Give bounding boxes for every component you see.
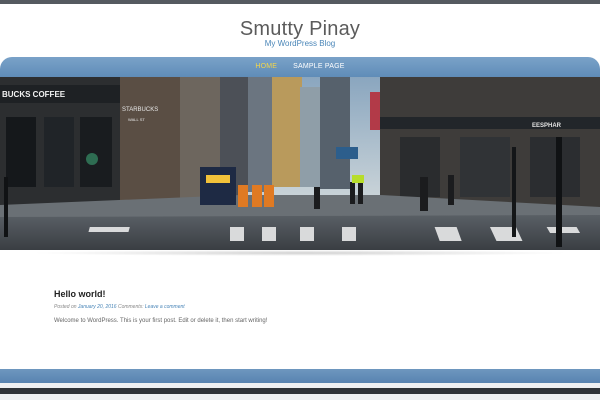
nav-item-sample-page[interactable]: SAMPLE PAGE: [285, 57, 352, 77]
site-description: My WordPress Blog: [264, 39, 336, 48]
nav-menu: HOME SAMPLE PAGE: [0, 57, 600, 77]
hero-sign-starbucks: STARBUCKS: [122, 107, 158, 113]
main-navigation: HOME SAMPLE PAGE: [0, 57, 600, 77]
footer-strip: [0, 388, 600, 394]
hero-sign-street: WALL ST: [128, 117, 145, 122]
hero-sign-right: EESPHAR: [532, 123, 562, 129]
hero-sign-coffee: BUCKS COFFEE: [2, 90, 66, 99]
nav-item-home[interactable]: HOME: [247, 57, 285, 77]
header-image: BUCKS COFFEE STARBUCKS WALL ST EESPHAR: [0, 77, 600, 250]
footer-bar: [0, 369, 600, 383]
street-scene-image: BUCKS COFFEE STARBUCKS WALL ST EESPHAR: [0, 77, 600, 250]
header-image-shadow: [30, 250, 570, 256]
post-comments-label: Comments:: [117, 304, 144, 310]
site-title[interactable]: Smutty Pinay: [0, 18, 600, 41]
post-content: Welcome to WordPress. This is your first…: [54, 318, 268, 324]
post-meta-label: Posted on: [54, 304, 77, 310]
leave-comment-link[interactable]: Leave a comment: [145, 304, 185, 310]
post-date-link[interactable]: January 20, 2016: [78, 304, 117, 310]
post-meta: Posted on January 20, 2016 Comments: Lea…: [54, 304, 185, 310]
post-title[interactable]: Hello world!: [54, 289, 106, 299]
